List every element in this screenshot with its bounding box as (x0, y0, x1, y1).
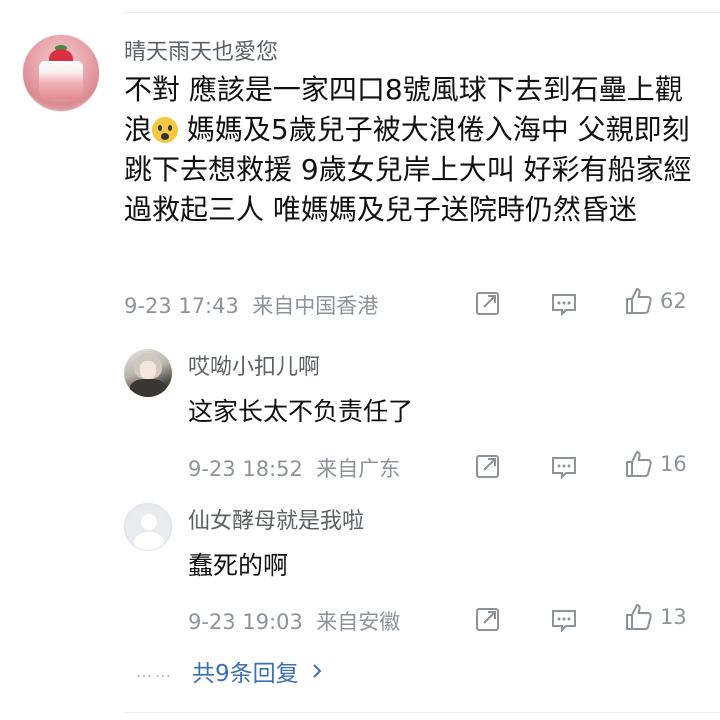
chevron-right-icon (312, 664, 322, 678)
like-count: 62 (660, 289, 687, 313)
reply-avatar[interactable] (124, 503, 172, 551)
thumbs-up-icon (626, 288, 652, 314)
scream-emoji-icon (152, 117, 179, 143)
default-avatar-body (134, 532, 164, 550)
reply-location: 来自广东 (316, 457, 401, 481)
avatar-coat (130, 379, 166, 397)
comment-username[interactable]: 晴天雨天也愛您 (124, 34, 278, 66)
reply-avatar[interactable] (124, 349, 172, 397)
like-count: 13 (660, 605, 687, 629)
share-icon (476, 292, 499, 315)
more-replies-label: 共9条回复 (192, 661, 299, 687)
avatar-cup (39, 61, 83, 99)
reply-button[interactable] (550, 453, 578, 481)
comment-meta: 9-23 17:43 来自中国香港 (124, 290, 378, 320)
like-count: 16 (660, 452, 687, 476)
share-button[interactable] (474, 605, 502, 633)
more-replies-link[interactable]: …… 共9条回复 (136, 654, 323, 688)
thumbs-up-icon (626, 604, 652, 630)
reply-timestamp: 9-23 18:52 (188, 457, 303, 481)
reply-username[interactable]: 仙女酵母就是我啦 (188, 503, 364, 535)
reply-button[interactable] (550, 606, 578, 634)
bottom-divider (124, 712, 720, 713)
reply-button[interactable] (550, 290, 578, 318)
reply-location: 来自安徽 (316, 610, 401, 634)
reply-text: 蠢死的啊 (188, 551, 289, 580)
like-button[interactable]: 62 (624, 286, 687, 316)
like-button[interactable]: 13 (624, 602, 687, 632)
share-button[interactable] (474, 452, 502, 480)
share-icon (476, 608, 499, 631)
reply-username[interactable]: 哎呦小扣儿啊 (188, 349, 320, 381)
thumbs-up-icon (626, 451, 652, 477)
reply-meta: 9-23 19:03 来自安徽 (188, 606, 400, 636)
comment-icon (552, 457, 576, 480)
avatar[interactable] (22, 34, 100, 112)
reply-timestamp: 9-23 19:03 (188, 610, 303, 634)
comment-text: 不對 應該是一家四口8號風球下去到石壘上觀浪 媽媽及5歲兒子被大浪倦入海中 父親… (124, 70, 709, 230)
share-icon (476, 455, 499, 478)
comment-text-part2: 媽媽及5歲兒子被大浪倦入海中 父親即刻跳下去想救援 9歲女兒岸上大叫 好彩有船家… (124, 113, 692, 226)
reply-meta: 9-23 18:52 来自广东 (188, 453, 400, 483)
like-button[interactable]: 16 (624, 449, 687, 479)
dots-separator: …… (136, 661, 174, 681)
share-button[interactable] (474, 289, 502, 317)
top-divider (124, 12, 720, 13)
default-avatar-head (141, 514, 157, 530)
comment-timestamp: 9-23 17:43 (124, 294, 239, 318)
avatar-face (140, 361, 156, 379)
reply-text: 这家长太不负责任了 (188, 397, 414, 426)
comment-icon (552, 294, 576, 317)
comment-location: 来自中国香港 (252, 294, 379, 318)
comment-icon (552, 610, 576, 633)
